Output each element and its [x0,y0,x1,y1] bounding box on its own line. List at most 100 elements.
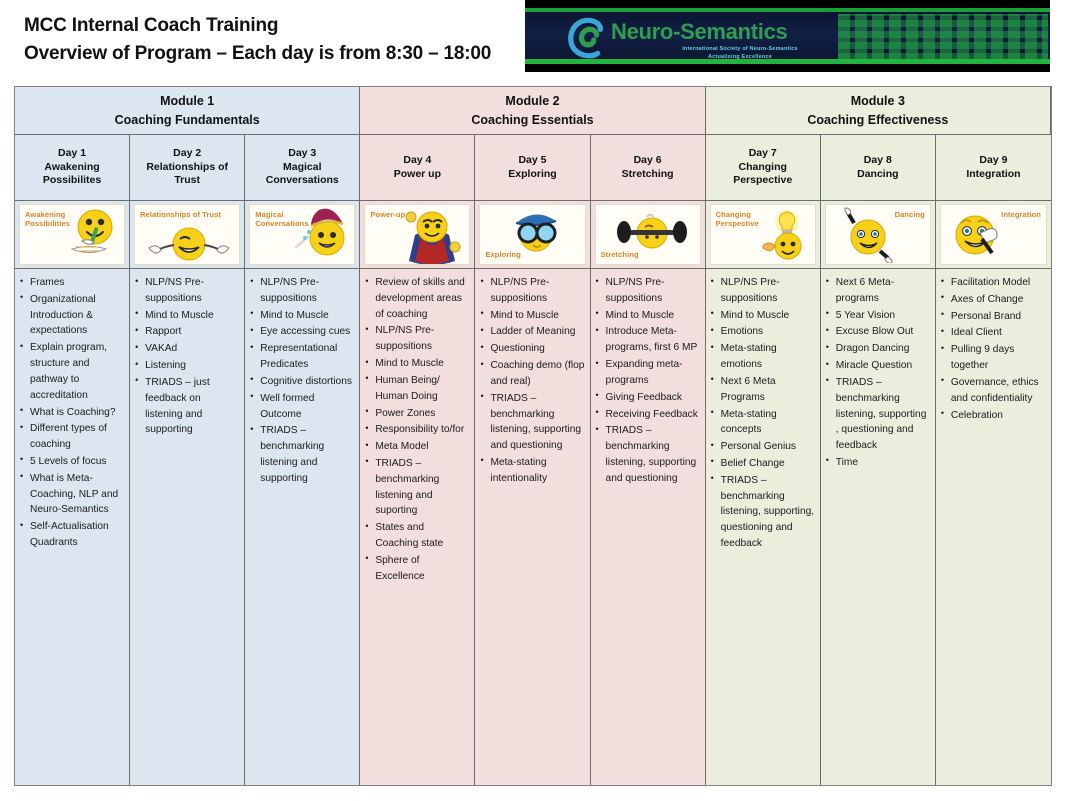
list-item: Meta-stating emotions [710,341,815,373]
list-item: Human Being/ Human Doing [364,372,469,405]
day-6-number: Day 6 [633,153,662,166]
list-item: Miracle Question [825,358,930,374]
list-item: Review of skills and development areas o… [364,274,469,322]
list-item: Dragon Dancing [825,341,930,357]
day-7-illustration: Changing Perspective [709,204,816,265]
day-5-topic-list: NLP/NS Pre-suppositions Mind to Muscle L… [479,275,584,487]
day-8-title-line-1: Dancing [857,167,899,180]
day-9-topics: Facilitation Model Axes of Change Person… [935,269,1051,785]
day-7-topics: NLP/NS Pre-suppositions Mind to Muscle E… [705,269,821,785]
day-6-topics: NLP/NS Pre-suppositions Mind to Muscle I… [590,269,706,785]
list-item: Personal Brand [940,308,1046,325]
list-item: Different types of coaching [19,421,124,453]
list-item: Listening [134,358,239,374]
day-4-image-cell: Power-up [360,201,476,269]
slide-header: MCC Internal Coach Training Overview of … [0,0,1066,80]
day-9-illustration: Integration [939,204,1047,265]
list-item: Excuse Blow Out [825,324,930,340]
list-item: Cognitive distortions [249,373,354,390]
list-item: Questioning [479,341,584,357]
day-2-title-line-2: Trust [174,174,200,187]
day-7-number: Day 7 [748,146,777,159]
list-item: Meta-stating intentionality [479,454,584,487]
day-header-2: Day 2 Relationships of Trust [130,135,246,201]
day-1-number: Day 1 [58,146,87,159]
list-item: Pulling 9 days together [940,342,1046,374]
smiley-superhero-icon [405,211,461,264]
list-item: Responsibility to/for [364,422,469,438]
day-3-title-line-1: Magical [283,160,322,173]
list-item: Explain program, structure and pathway t… [19,340,124,403]
title-line-1: MCC Internal Coach Training [24,15,279,36]
list-item: NLP/NS Pre-suppositions [134,275,239,307]
list-item: Personal Genius [710,439,815,455]
neuro-semantics-logo-banner: Neuro-Semantics International Society of… [525,0,1050,72]
day-header-3: Day 3 Magical Conversations [245,135,361,201]
list-item: Receiving Feedback [595,406,700,423]
list-item: Well formed Outcome [249,390,354,423]
list-item: Governance, ethics and confidentiality [940,374,1046,407]
module-header-3: Module 3 Coaching Effectiveness [705,87,1051,135]
title-line-2: Overview of Program – Each day is from 8… [24,42,492,64]
day-2-topics: NLP/NS Pre-suppositions Mind to Muscle R… [130,269,246,785]
logo-tagline-line-2: Actualising Excellence [707,54,772,61]
list-item: Facilitation Model [940,275,1046,291]
day-3-topics: NLP/NS Pre-suppositions Mind to Muscle E… [245,269,361,785]
logo-tagline: International Society of Neuro-Semantics… [625,45,855,61]
day-1-illustration: Awakening Possibilities [19,204,126,265]
list-item: Time [825,454,930,471]
day-4-topics: Review of skills and development areas o… [360,269,476,785]
list-item: NLP/NS Pre-suppositions [249,275,354,307]
slide-canvas: MCC Internal Coach Training Overview of … [0,0,1066,801]
day-5-topics: NLP/NS Pre-suppositions Mind to Muscle L… [475,269,591,785]
smiley-open-arms-icon [148,227,230,261]
list-item: Frames [19,275,124,291]
day-2-tile-label-line-1: Relationships of Trust [140,210,222,219]
day-1-image-cell: Awakening Possibilities [15,201,131,269]
module-3-name: Module 3 [850,94,905,109]
day-3-number: Day 3 [288,146,317,159]
list-item: What is Coaching? [19,404,124,421]
day-7-title-line-1: Changing [738,160,787,173]
list-item: VAKAd [134,341,239,357]
day-3-illustration: Magical Conversations [249,204,356,265]
day-6-illustration: Stretching [594,204,701,265]
list-item: Sphere of Excellence [364,552,469,585]
logo-tagline-line-1: International Society of Neuro-Semantics [682,46,798,52]
spiral-swirl-icon [568,17,604,59]
day-2-image-cell: Relationships of Trust [130,201,246,269]
module-3-subtitle: Coaching Effectiveness [807,112,949,127]
list-item: Ideal Client [940,325,1046,341]
program-overview-table: Module 1 Coaching Fundamentals Module 2 … [14,86,1052,786]
day-9-topic-list: Facilitation Model Axes of Change Person… [940,275,1046,423]
list-item: Ladder of Meaning [479,324,584,340]
smiley-dancing-icon [844,207,893,263]
list-item: Meta Model [364,439,469,455]
day-5-number: Day 5 [518,153,547,166]
day-7-tile-label-line-1: Changing [715,210,752,219]
day-header-6: Day 6 Stretching [590,135,706,201]
day-header-1: Day 1 Awakening Possibilites [15,135,131,201]
day-4-illustration: Power-up [364,204,471,265]
list-item: Giving Feedback [595,389,700,406]
list-item: Next 6 Meta-programs [825,275,930,307]
day-4-tile-label: Power-up [370,210,405,219]
day-7-tile-label: Changing Perspective [716,210,759,229]
list-item: Celebration [940,407,1046,424]
module-2-subtitle: Coaching Essentials [471,112,594,127]
day-header-9: Day 9 Integration [935,135,1051,201]
day-9-image-cell: Integration [935,201,1051,269]
list-item: 5 Levels of focus [19,453,124,470]
list-item: Rapport [134,324,239,340]
day-6-title-line-1: Stretching [621,167,674,180]
smiley-wizard-icon [294,208,345,256]
list-item: Next 6 Meta Programs [710,373,815,406]
day-4-topic-list: Review of skills and development areas o… [364,274,469,585]
list-item: Mind to Muscle [710,307,815,324]
logo-wordmark: Neuro-Semantics [611,19,788,45]
list-item: NLP/NS Pre-suppositions [364,323,469,355]
list-item: Mind to Muscle [479,307,584,324]
list-item: TRIADS – benchmarking listening, support… [595,423,700,486]
day-6-image-cell: Stretching [590,201,706,269]
smiley-thumbs-up-icon [955,215,998,255]
